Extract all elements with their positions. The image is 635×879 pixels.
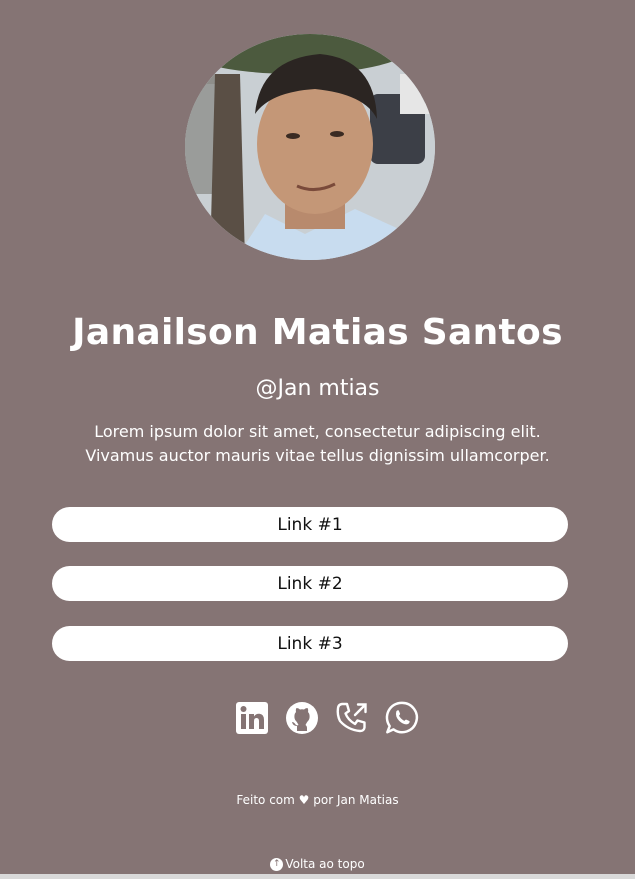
bio-line-2: Vivamus auctor mauris vitae tellus digni…: [85, 446, 550, 465]
profile-bio: Lorem ipsum dolor sit amet, consectetur …: [40, 420, 595, 468]
link-3-button[interactable]: Link #3: [52, 626, 568, 661]
footer-credit: Feito com ♥ por Jan Matias: [0, 793, 635, 807]
link-2-button[interactable]: Link #2: [52, 566, 568, 601]
bio-line-1: Lorem ipsum dolor sit amet, consectetur …: [94, 422, 541, 441]
link-1-button[interactable]: Link #1: [52, 507, 568, 542]
footer-made-with: Feito com: [236, 793, 295, 807]
back-to-top-link[interactable]: ↑ Volta ao topo: [0, 857, 635, 871]
phone-outgoing-icon[interactable]: [334, 699, 370, 737]
back-to-top-label: Volta ao topo: [285, 857, 365, 871]
github-icon[interactable]: [284, 699, 320, 737]
heart-icon: ♥: [298, 793, 310, 807]
linkedin-icon[interactable]: [234, 699, 270, 737]
arrow-up-circle-icon: ↑: [270, 857, 284, 871]
footer-author: por Jan Matias: [313, 793, 399, 807]
horizontal-scrollbar[interactable]: [0, 874, 635, 879]
profile-handle: @Jan mtias: [255, 376, 380, 401]
avatar-photo: [185, 34, 435, 260]
social-links: [234, 699, 420, 737]
whatsapp-icon[interactable]: [384, 699, 420, 737]
profile-name: Janailson Matias Santos: [72, 312, 563, 353]
profile-avatar: [185, 34, 435, 260]
